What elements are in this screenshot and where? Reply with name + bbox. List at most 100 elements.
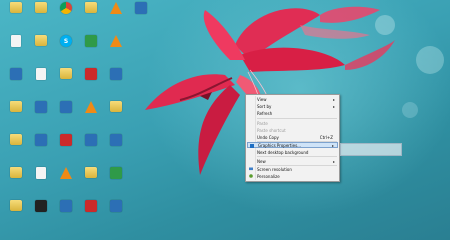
folder-icon bbox=[10, 167, 22, 178]
menu-item-label: Undo Copy bbox=[257, 134, 279, 140]
menu-item-label: New bbox=[257, 158, 266, 164]
menu-separator bbox=[257, 118, 337, 119]
folder-icon bbox=[35, 35, 47, 46]
desktop-icon[interactable] bbox=[104, 101, 128, 131]
menu-item-label: Screen resolution bbox=[257, 166, 292, 172]
desktop-icon[interactable] bbox=[54, 101, 78, 131]
app-icon bbox=[110, 134, 122, 146]
desktop-icon[interactable] bbox=[4, 200, 28, 230]
menu-item-refresh[interactable]: Refresh bbox=[247, 110, 338, 116]
desktop-context-menu: View ▸ Sort by ▸ Refresh Paste Paste sho… bbox=[245, 94, 340, 182]
app-icon bbox=[135, 2, 147, 14]
desktop-icon[interactable] bbox=[129, 2, 153, 32]
desktop-icon[interactable] bbox=[29, 101, 53, 131]
chevron-right-icon: ▸ bbox=[332, 96, 335, 102]
app-icon bbox=[85, 68, 97, 80]
desktop-icon[interactable] bbox=[54, 200, 78, 230]
desktop-icon[interactable] bbox=[79, 2, 103, 32]
app-icon bbox=[110, 200, 122, 212]
desktop-icon[interactable] bbox=[29, 68, 53, 98]
desktop-icon[interactable] bbox=[54, 68, 78, 98]
folder-icon bbox=[10, 101, 22, 112]
desktop-icon[interactable] bbox=[4, 68, 28, 98]
app-icon bbox=[35, 101, 47, 113]
desktop-icon[interactable] bbox=[79, 167, 103, 197]
desktop-icon[interactable] bbox=[54, 167, 78, 197]
menu-item-paste-shortcut[interactable]: Paste shortcut bbox=[247, 127, 338, 133]
menu-item-screen-resolution[interactable]: Screen resolution bbox=[247, 166, 338, 172]
chevron-right-icon: ▸ bbox=[332, 103, 335, 109]
app-icon bbox=[110, 68, 122, 80]
desktop-icon[interactable]: S bbox=[54, 35, 78, 65]
desktop-icon[interactable] bbox=[4, 167, 28, 197]
menu-item-label: Paste shortcut bbox=[257, 127, 286, 133]
desktop-icon[interactable] bbox=[79, 68, 103, 98]
desktop-icon[interactable] bbox=[4, 134, 28, 164]
desktop-icon[interactable] bbox=[29, 2, 53, 32]
desktop[interactable]: S View ▸ Sort by ▸ Refresh Paste Paste s… bbox=[0, 0, 450, 240]
desktop-icon[interactable] bbox=[104, 134, 128, 164]
folder-icon bbox=[60, 68, 72, 79]
menu-item-personalize[interactable]: Personalize bbox=[247, 173, 338, 179]
app-icon bbox=[85, 200, 97, 212]
app-icon bbox=[60, 101, 72, 113]
desktop-icon[interactable] bbox=[104, 200, 128, 230]
menu-item-label: Refresh bbox=[257, 110, 273, 116]
desktop-icon[interactable] bbox=[54, 134, 78, 164]
chevron-right-icon: ▸ bbox=[331, 142, 334, 148]
desktop-icon[interactable] bbox=[29, 35, 53, 65]
desktop-icon[interactable] bbox=[104, 167, 128, 197]
folder-icon bbox=[85, 167, 97, 178]
desktop-icon[interactable] bbox=[79, 101, 103, 131]
document-icon bbox=[36, 167, 46, 179]
menu-item-new[interactable]: New ▸ bbox=[247, 158, 338, 164]
app-icon bbox=[35, 200, 47, 212]
folder-icon bbox=[10, 2, 22, 13]
chevron-right-icon: ▸ bbox=[332, 158, 335, 164]
menu-item-paste[interactable]: Paste bbox=[247, 120, 338, 126]
desktop-icon[interactable] bbox=[79, 35, 103, 65]
folder-icon bbox=[10, 134, 22, 145]
desktop-icon[interactable] bbox=[104, 35, 128, 65]
bokeh-lights bbox=[375, 15, 444, 118]
menu-item-graphics-properties[interactable]: Graphics Properties... ▸ bbox=[247, 142, 338, 148]
menu-item-next-background[interactable]: Next desktop background bbox=[247, 149, 338, 155]
desktop-icon[interactable] bbox=[29, 167, 53, 197]
app-icon bbox=[110, 167, 122, 179]
desktop-icon[interactable] bbox=[104, 2, 128, 32]
desktop-icon[interactable] bbox=[104, 68, 128, 98]
personalize-icon bbox=[249, 174, 253, 178]
folder-icon bbox=[35, 2, 47, 13]
menu-item-shortcut: Ctrl+Z bbox=[319, 134, 333, 140]
folder-icon bbox=[85, 2, 97, 13]
menu-item-view[interactable]: View ▸ bbox=[247, 96, 338, 102]
vlc-cone-icon bbox=[110, 2, 122, 14]
vlc-cone-icon bbox=[110, 35, 122, 47]
chrome-icon bbox=[60, 2, 72, 14]
screen-resolution-icon bbox=[249, 167, 253, 171]
folder-icon bbox=[10, 200, 22, 211]
desktop-icon[interactable] bbox=[4, 101, 28, 131]
desktop-icon[interactable] bbox=[4, 35, 28, 65]
folder-icon bbox=[110, 101, 122, 112]
skype-icon: S bbox=[60, 35, 72, 47]
app-icon bbox=[85, 35, 97, 47]
menu-item-label: View bbox=[257, 96, 267, 102]
vlc-cone-icon bbox=[85, 101, 97, 113]
menu-item-label: Paste bbox=[257, 120, 268, 126]
desktop-icon[interactable] bbox=[4, 2, 28, 32]
desktop-icon[interactable] bbox=[54, 2, 78, 32]
menu-separator bbox=[257, 156, 337, 157]
menu-item-sort-by[interactable]: Sort by ▸ bbox=[247, 103, 338, 109]
app-icon bbox=[85, 134, 97, 146]
app-icon bbox=[60, 200, 72, 212]
desktop-icon[interactable] bbox=[79, 200, 103, 230]
app-icon bbox=[60, 134, 72, 146]
graphics-icon bbox=[250, 144, 254, 148]
desktop-icon[interactable] bbox=[29, 200, 53, 230]
desktop-icon[interactable] bbox=[79, 134, 103, 164]
menu-item-undo-copy[interactable]: Undo Copy Ctrl+Z bbox=[247, 134, 338, 140]
desktop-icon[interactable] bbox=[29, 134, 53, 164]
menu-item-label: Next desktop background bbox=[257, 149, 309, 155]
menu-item-label: Sort by bbox=[257, 103, 272, 109]
